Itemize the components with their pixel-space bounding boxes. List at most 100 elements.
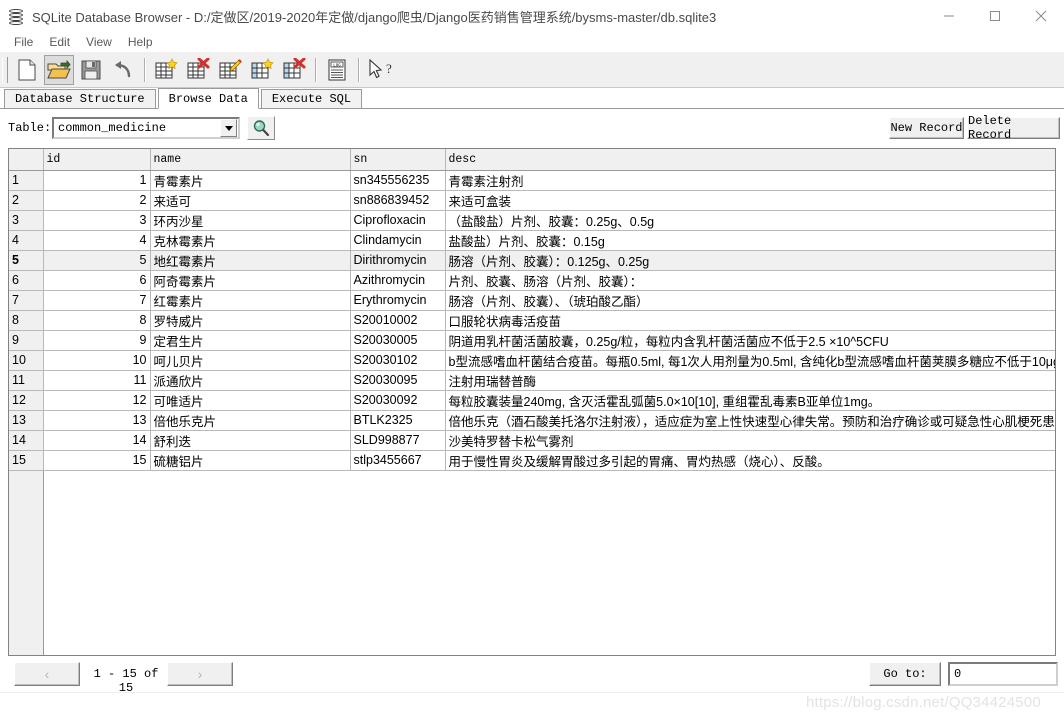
cell-desc[interactable]: 沙美特罗替卡松气雾剂	[445, 430, 1055, 451]
cell-sn[interactable]: sn345556235	[350, 170, 446, 191]
cell-sn[interactable]: sn886839452	[350, 190, 446, 211]
cell-desc[interactable]: 口服轮状病毒活疫苗	[445, 310, 1055, 331]
tab-browse-data[interactable]: Browse Data	[157, 88, 259, 109]
cell-id[interactable]: 14	[43, 430, 151, 451]
tab-execute-sql[interactable]: Execute SQL	[260, 89, 363, 108]
menu-item-edit[interactable]: Edit	[41, 34, 78, 50]
row-number[interactable]: 11	[9, 370, 44, 391]
goto-button[interactable]: Go to:	[869, 662, 941, 686]
new-record-button[interactable]: New Record	[889, 117, 964, 139]
cell-name[interactable]: 红霉素片	[150, 290, 351, 311]
table-row[interactable]: 14 14 舒利迭 SLD998877 沙美特罗替卡松气雾剂	[9, 430, 1055, 451]
table-row[interactable]: 1 1 青霉素片 sn345556235 青霉素注射剂	[9, 170, 1055, 191]
cell-sn[interactable]: S20030102	[350, 350, 446, 371]
table-select[interactable]: common_medicine	[52, 117, 240, 139]
create-index-icon[interactable]	[247, 55, 277, 85]
save-icon[interactable]	[76, 55, 106, 85]
cell-id[interactable]: 1	[43, 170, 151, 191]
cell-id[interactable]: 15	[43, 450, 151, 471]
row-number[interactable]: 1	[9, 170, 44, 191]
delete-table-icon[interactable]	[183, 55, 213, 85]
table-row[interactable]: 9 9 定君生片 S20030005 阴道用乳杆菌活菌胶囊，0.25g/粒，每粒内含乳杆…	[9, 330, 1055, 351]
row-number[interactable]: 3	[9, 210, 44, 231]
cell-sn[interactable]: SLD998877	[350, 430, 446, 451]
minimize-button[interactable]	[926, 0, 972, 32]
cell-desc[interactable]: 片剂、胶囊、肠溶（片剂、胶囊）：	[445, 270, 1055, 291]
help-cursor-icon[interactable]: ?	[365, 55, 395, 85]
new-database-icon[interactable]	[12, 55, 42, 85]
cell-sn[interactable]: Erythromycin	[350, 290, 446, 311]
maximize-button[interactable]	[972, 0, 1018, 32]
cell-name[interactable]: 阿奇霉素片	[150, 270, 351, 291]
cell-id[interactable]: 9	[43, 330, 151, 351]
cell-id[interactable]: 8	[43, 310, 151, 331]
cell-name[interactable]: 环丙沙星	[150, 210, 351, 231]
cell-id[interactable]: 12	[43, 390, 151, 411]
cell-desc[interactable]: 盐酸盐）片剂、胶囊：0.15g	[445, 230, 1055, 251]
column-header-id[interactable]: id	[43, 149, 151, 171]
cell-name[interactable]: 克林霉素片	[150, 230, 351, 251]
cell-desc[interactable]: 倍他乐克（酒石酸美托洛尔注射液），适应症为室上性快速型心律失常。预防和治疗确诊或…	[445, 410, 1055, 431]
cell-sn[interactable]: S20030095	[350, 370, 446, 391]
table-row[interactable]: 4 4 克林霉素片 Clindamycin 盐酸盐）片剂、胶囊：0.15g	[9, 230, 1055, 251]
cell-name[interactable]: 倍他乐克片	[150, 410, 351, 431]
cell-name[interactable]: 硫糖铝片	[150, 450, 351, 471]
table-row[interactable]: 11 11 派通欣片 S20030095 注射用瑞替普酶	[9, 370, 1055, 391]
table-row[interactable]: 8 8 罗特威片 S20010002 口服轮状病毒活疫苗	[9, 310, 1055, 331]
cell-desc[interactable]: 肠溶（片剂、胶囊）、（琥珀酸乙酯）	[445, 290, 1055, 311]
cell-id[interactable]: 7	[43, 290, 151, 311]
menu-item-view[interactable]: View	[78, 34, 120, 50]
cell-sn[interactable]: Clindamycin	[350, 230, 446, 251]
cell-id[interactable]: 11	[43, 370, 151, 391]
cell-name[interactable]: 来适可	[150, 190, 351, 211]
open-database-icon[interactable]	[44, 54, 74, 85]
modify-table-icon[interactable]	[215, 55, 245, 85]
column-header-desc[interactable]: desc	[445, 149, 1055, 171]
table-row[interactable]: 15 15 硫糖铝片 stlp3455667 用于慢性胃炎及缓解胃酸过多引起的胃痛、胃灼…	[9, 450, 1055, 471]
row-number[interactable]: 4	[9, 230, 44, 251]
row-number[interactable]: 7	[9, 290, 44, 311]
column-header-sn[interactable]: sn	[350, 149, 446, 171]
cell-id[interactable]: 6	[43, 270, 151, 291]
cell-desc[interactable]: 青霉素注射剂	[445, 170, 1055, 191]
next-page-button[interactable]: ›	[167, 662, 233, 686]
row-number[interactable]: 6	[9, 270, 44, 291]
data-grid[interactable]: id name sn desc 1 1 青霉素片 sn345556235 青霉素注射剂 2…	[8, 148, 1056, 656]
delete-record-button[interactable]: Delete Record	[967, 114, 1060, 142]
menu-item-help[interactable]: Help	[120, 34, 161, 50]
toolbar-grip[interactable]	[2, 56, 8, 83]
cell-sn[interactable]: BTLK2325	[350, 410, 446, 431]
magnifier-icon[interactable]	[247, 116, 275, 140]
column-header-name[interactable]: name	[150, 149, 351, 171]
cell-id[interactable]: 13	[43, 410, 151, 431]
table-row[interactable]: 7 7 红霉素片 Erythromycin 肠溶（片剂、胶囊）、（琥珀酸乙酯）	[9, 290, 1055, 311]
tab-database-structure[interactable]: Database Structure	[4, 89, 156, 108]
row-number[interactable]: 10	[9, 350, 44, 371]
cell-id[interactable]: 2	[43, 190, 151, 211]
cell-sn[interactable]: stlp3455667	[350, 450, 446, 471]
cell-name[interactable]: 定君生片	[150, 330, 351, 351]
cell-name[interactable]: 呵儿贝片	[150, 350, 351, 371]
cell-id[interactable]: 4	[43, 230, 151, 251]
create-table-icon[interactable]	[151, 55, 181, 85]
log-icon[interactable]: LOG	[322, 55, 352, 85]
cell-id[interactable]: 3	[43, 210, 151, 231]
row-number[interactable]: 5	[9, 250, 44, 271]
cell-sn[interactable]: S20030005	[350, 330, 446, 351]
cell-name[interactable]: 地红霉素片	[150, 250, 351, 271]
cell-desc[interactable]: 来适可盒装	[445, 190, 1055, 211]
row-number[interactable]: 12	[9, 390, 44, 411]
previous-page-button[interactable]: ‹	[14, 662, 80, 686]
cell-desc[interactable]: 用于慢性胃炎及缓解胃酸过多引起的胃痛、胃灼热感（烧心）、反酸。	[445, 450, 1055, 471]
chevron-down-icon[interactable]	[220, 119, 237, 137]
cell-id[interactable]: 5	[43, 250, 151, 271]
table-row[interactable]: 2 2 来适可 sn886839452 来适可盒装	[9, 190, 1055, 211]
cell-sn[interactable]: Azithromycin	[350, 270, 446, 291]
cell-name[interactable]: 舒利迭	[150, 430, 351, 451]
close-button[interactable]	[1018, 0, 1064, 32]
row-number[interactable]: 15	[9, 450, 44, 471]
goto-input[interactable]: 0	[948, 662, 1058, 686]
cell-sn[interactable]: S20030092	[350, 390, 446, 411]
delete-index-icon[interactable]	[279, 55, 309, 85]
table-row[interactable]: 6 6 阿奇霉素片 Azithromycin 片剂、胶囊、肠溶（片剂、胶囊）：	[9, 270, 1055, 291]
